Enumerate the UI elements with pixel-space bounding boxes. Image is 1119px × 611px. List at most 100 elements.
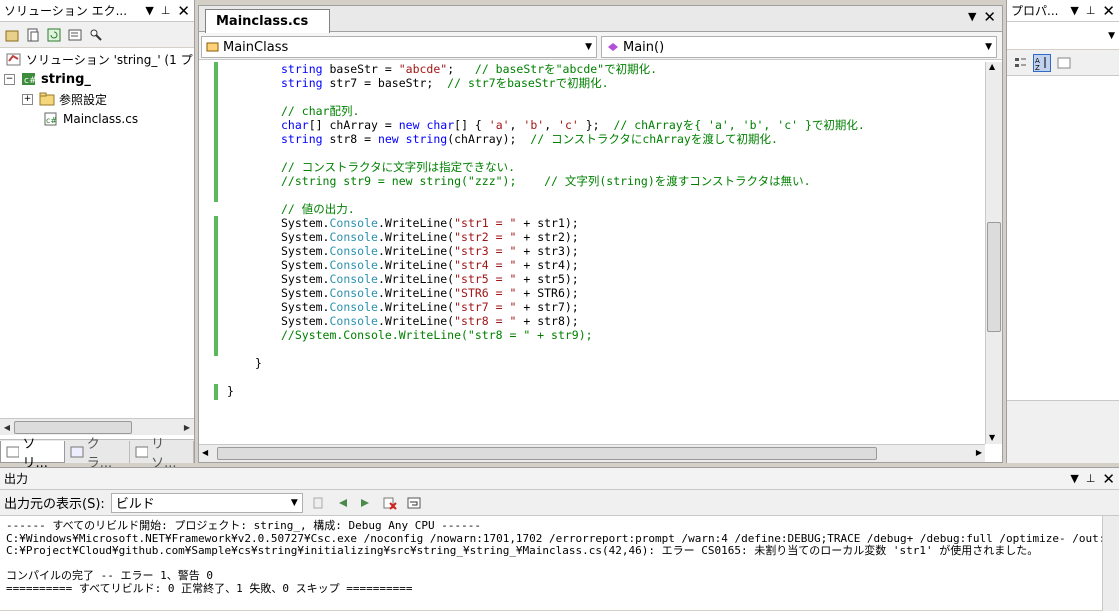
code-token: "str7 = " — [454, 300, 517, 314]
tab-resource-view[interactable]: リソ... — [130, 437, 194, 471]
code-token: ; — [447, 62, 475, 76]
output-line: ========== すべてリビルド: 0 正常終了、1 失敗、0 スキップ =… — [6, 581, 413, 595]
code-token: 'c' — [558, 118, 579, 132]
code-token: "str4 = " — [454, 258, 517, 272]
horizontal-scrollbar[interactable]: ◀ ▶ — [199, 444, 985, 462]
code-token: } — [227, 384, 234, 398]
expand-icon[interactable]: + — [22, 93, 33, 105]
pin-icon[interactable]: ⊥ — [1086, 4, 1096, 17]
code-token: string — [281, 132, 323, 146]
solution-explorer-title: ソリューション エク... — [4, 4, 128, 18]
output-source-dropdown[interactable]: ビルド ▼ — [110, 492, 303, 513]
code-token: "str1 = " — [454, 216, 517, 230]
navigation-bar: MainClass ▼ Main() ▼ — [199, 32, 1002, 60]
code-token: Console — [329, 244, 378, 258]
code-token: Console — [329, 272, 378, 286]
clear-all-icon[interactable] — [381, 494, 399, 512]
svg-text:c#: c# — [24, 76, 37, 86]
code-token: str7 = baseStr; — [322, 76, 448, 90]
scroll-down-icon[interactable]: ▼ — [989, 433, 995, 442]
scroll-left-icon[interactable]: ◀ — [0, 423, 14, 432]
pin-icon[interactable]: ⊥ — [1086, 472, 1096, 485]
collapse-icon[interactable]: − — [4, 73, 15, 85]
class-diagram-icon[interactable] — [87, 26, 105, 44]
properties-object-dropdown[interactable]: ▼ — [1007, 22, 1119, 50]
code-line: System.Console.WriteLine("str1 = " + str… — [281, 216, 579, 230]
solution-tree: ソリューション 'string_' (1 プ − c# string_ + 参照… — [0, 48, 194, 129]
code-line: //System.Console.WriteLine("str8 = " + s… — [281, 328, 593, 342]
refresh-icon[interactable] — [45, 26, 63, 44]
properties-description — [1007, 400, 1119, 463]
categorized-icon[interactable] — [1011, 54, 1029, 72]
properties-title: プロパ... — [1011, 4, 1059, 18]
tab-mainclass-cs[interactable]: Mainclass.cs — [205, 9, 330, 33]
go-to-location-icon[interactable] — [309, 494, 327, 512]
dropdown-arrow-icon[interactable]: ▼ — [1070, 472, 1078, 485]
code-token: Console — [329, 216, 378, 230]
output-text[interactable]: ------ すべてのリビルド開始: プロジェクト: string_, 構成: … — [0, 516, 1119, 599]
chevron-down-icon: ▼ — [585, 42, 592, 52]
code-token: System. — [281, 216, 330, 230]
code-token: string — [281, 76, 323, 90]
scroll-up-icon[interactable]: ▲ — [989, 62, 995, 71]
close-icon[interactable]: ✕ — [177, 3, 190, 18]
dropdown-arrow-icon[interactable]: ▼ — [1070, 4, 1078, 17]
tree-node-solution[interactable]: ソリューション 'string_' (1 プ — [0, 49, 194, 69]
code-line: // コンストラクタに文字列は指定できない. — [281, 160, 515, 174]
code-token: Console — [329, 300, 378, 314]
tree-node-label: string_ — [41, 71, 91, 87]
scroll-left-icon[interactable]: ◀ — [202, 448, 208, 457]
close-icon[interactable]: ✕ — [1102, 471, 1115, 486]
output-titlebar: 出力 ▼ ⊥ ✕ — [0, 468, 1119, 490]
class-dropdown[interactable]: MainClass ▼ — [201, 36, 597, 58]
vertical-scrollbar[interactable]: ▲ ▼ — [985, 62, 1002, 444]
scrollbar-thumb[interactable] — [217, 447, 877, 460]
scroll-right-icon[interactable]: ▶ — [976, 448, 982, 457]
code-token: Console — [329, 258, 378, 272]
next-message-icon[interactable] — [357, 494, 375, 512]
scroll-right-icon[interactable]: ▶ — [180, 423, 194, 432]
code-token: "abcde" — [398, 62, 448, 76]
alphabetical-icon[interactable]: AZ — [1033, 53, 1051, 72]
output-panel: 出力 ▼ ⊥ ✕ 出力元の表示(S): ビルド ▼ ------ すべてのリビル… — [0, 467, 1119, 611]
code-token: "str2 = " — [454, 230, 517, 244]
output-source-value: ビルド — [115, 497, 155, 512]
property-pages-icon[interactable] — [1055, 54, 1073, 72]
code-token: baseStr = — [322, 62, 399, 76]
tree-node-label: ソリューション 'string_' (1 プ — [26, 52, 193, 67]
tab-solution-explorer[interactable]: ソリ... — [0, 437, 66, 471]
code-editor-window: Mainclass.cs ▼ ✕ MainClass ▼ Main() ▼ st… — [198, 5, 1003, 463]
code-line: // char配列. — [281, 104, 359, 118]
code-token: // char配列. — [281, 104, 360, 118]
tree-node-mainclass[interactable]: c# Mainclass.cs — [0, 109, 194, 129]
toggle-word-wrap-icon[interactable] — [405, 494, 423, 512]
properties-icon[interactable] — [3, 26, 21, 44]
scrollbar-thumb[interactable] — [987, 222, 1001, 332]
code-token: .WriteLine( — [377, 258, 455, 272]
code-token: System. — [281, 314, 330, 328]
tree-node-references[interactable]: + 参照設定 — [0, 89, 194, 109]
dropdown-arrow-icon[interactable]: ▼ — [968, 11, 976, 23]
dropdown-arrow-icon[interactable]: ▼ — [145, 4, 153, 17]
output-vertical-scrollbar[interactable] — [1102, 516, 1119, 611]
svg-text:Z: Z — [1035, 64, 1040, 70]
close-icon[interactable]: ✕ — [983, 10, 996, 25]
show-all-files-icon[interactable] — [24, 26, 42, 44]
tree-node-project[interactable]: − c# string_ — [0, 69, 194, 89]
close-icon[interactable]: ✕ — [1102, 3, 1115, 18]
code-token: .WriteLine( — [377, 286, 455, 300]
previous-message-icon[interactable] — [333, 494, 351, 512]
code-token: str8 = — [322, 132, 378, 146]
pin-icon[interactable]: ⊥ — [161, 4, 171, 17]
tab-class-view[interactable]: クラ... — [65, 437, 130, 471]
solution-explorer-titlebar: ソリューション エク... ▼ ⊥ ✕ — [0, 0, 194, 22]
view-code-icon[interactable] — [66, 26, 84, 44]
solution-explorer-toolbar — [0, 22, 194, 48]
member-dropdown[interactable]: Main() ▼ — [601, 36, 997, 58]
code-token: [] { — [454, 118, 489, 132]
properties-toolbar: AZ — [1007, 50, 1119, 76]
code-area[interactable]: string baseStr = "abcde"; // baseStrを"ab… — [199, 62, 985, 444]
code-line: // 値の出力. — [281, 202, 355, 216]
code-token: Console — [329, 230, 378, 244]
